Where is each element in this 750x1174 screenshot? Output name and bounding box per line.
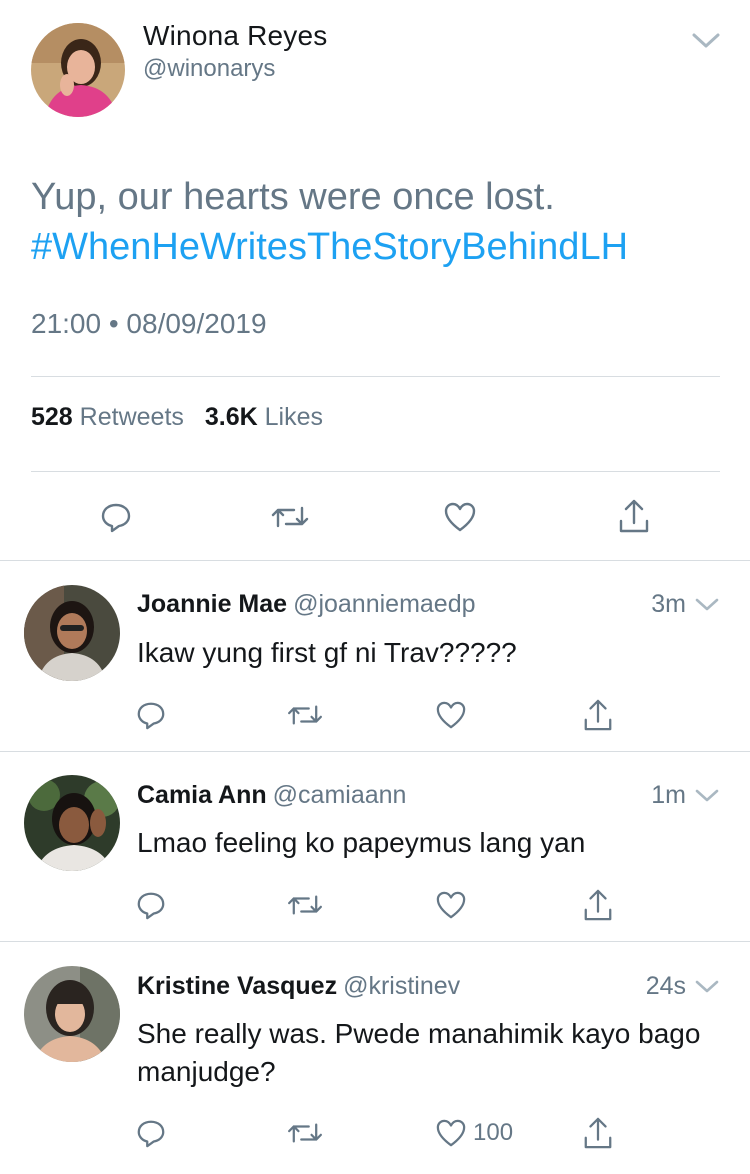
divider [0,751,750,752]
reply-icon[interactable] [96,497,136,537]
divider [0,560,750,561]
reply-author-name[interactable]: Joannie Mae [137,590,287,618]
tweet-body: Yup, our hearts were once lost. [31,176,555,218]
reply-header: Camia Ann @camiaann [137,781,406,810]
reply-avatar[interactable] [24,585,120,681]
like-label[interactable]: Likes [265,403,323,431]
retweet-label[interactable]: Retweets [80,403,184,431]
chevron-down-icon[interactable] [694,785,720,805]
reply-author-name[interactable]: Kristine Vasquez [137,972,337,1000]
divider [0,941,750,942]
reply-icon[interactable] [132,1114,170,1152]
retweet-icon[interactable] [268,497,312,537]
reply-author-handle[interactable]: @camiaann [273,781,407,809]
hashtag-link[interactable]: #WhenHeWritesTheStoryBehindLH [31,222,731,272]
reply-author-handle[interactable]: @kristinev [343,972,460,1000]
reply-header: Kristine Vasquez @kristinev [137,972,460,1001]
share-icon[interactable] [579,1112,617,1154]
reply-text: She really was. Pwede manahimik kayo bag… [137,1018,701,1087]
author-handle[interactable]: @winonarys [143,55,275,83]
author-avatar[interactable] [31,23,125,117]
reply-avatar[interactable] [24,966,120,1062]
reply-like-count: 100 [473,1119,514,1146]
like-count[interactable]: 3.6K [205,403,258,431]
heart-icon[interactable] [432,696,470,734]
chevron-down-icon[interactable] [694,594,720,614]
reply-header: Joannie Mae @joanniemaedp [137,590,476,619]
tweet-timestamp: 21:00 • 08/09/2019 [31,308,267,339]
chevron-down-icon[interactable] [694,976,720,996]
chevron-down-icon[interactable] [690,28,722,52]
reply-time: 3m [651,590,686,618]
retweet-icon[interactable] [284,696,326,734]
retweet-icon[interactable] [284,1114,326,1152]
heart-icon[interactable] [440,497,480,537]
reply-time: 24s [645,972,686,1000]
reply-icon[interactable] [132,886,170,924]
reply-author-name[interactable]: Camia Ann [137,781,267,809]
retweet-count[interactable]: 528 [31,403,73,431]
share-icon[interactable] [579,884,617,926]
reply-text: Ikaw yung first gf ni Trav????? [137,637,517,668]
reply-avatar[interactable] [24,775,120,871]
reply-author-handle[interactable]: @joanniemaedp [293,590,475,618]
retweet-icon[interactable] [284,886,326,924]
heart-icon[interactable] [432,1114,470,1152]
tweet-stats: 528 Retweets 3.6K Likes [31,403,323,432]
divider [31,376,720,377]
tweet-text: Yup, our hearts were once lost. #WhenHeW… [31,172,731,272]
reply-text: Lmao feeling ko papeymus lang yan [137,827,586,858]
share-icon[interactable] [579,694,617,736]
divider [31,471,720,472]
reply-time: 1m [651,781,686,809]
author-name[interactable]: Winona Reyes [143,20,327,52]
reply-icon[interactable] [132,696,170,734]
share-icon[interactable] [614,494,654,538]
heart-icon[interactable] [432,886,470,924]
